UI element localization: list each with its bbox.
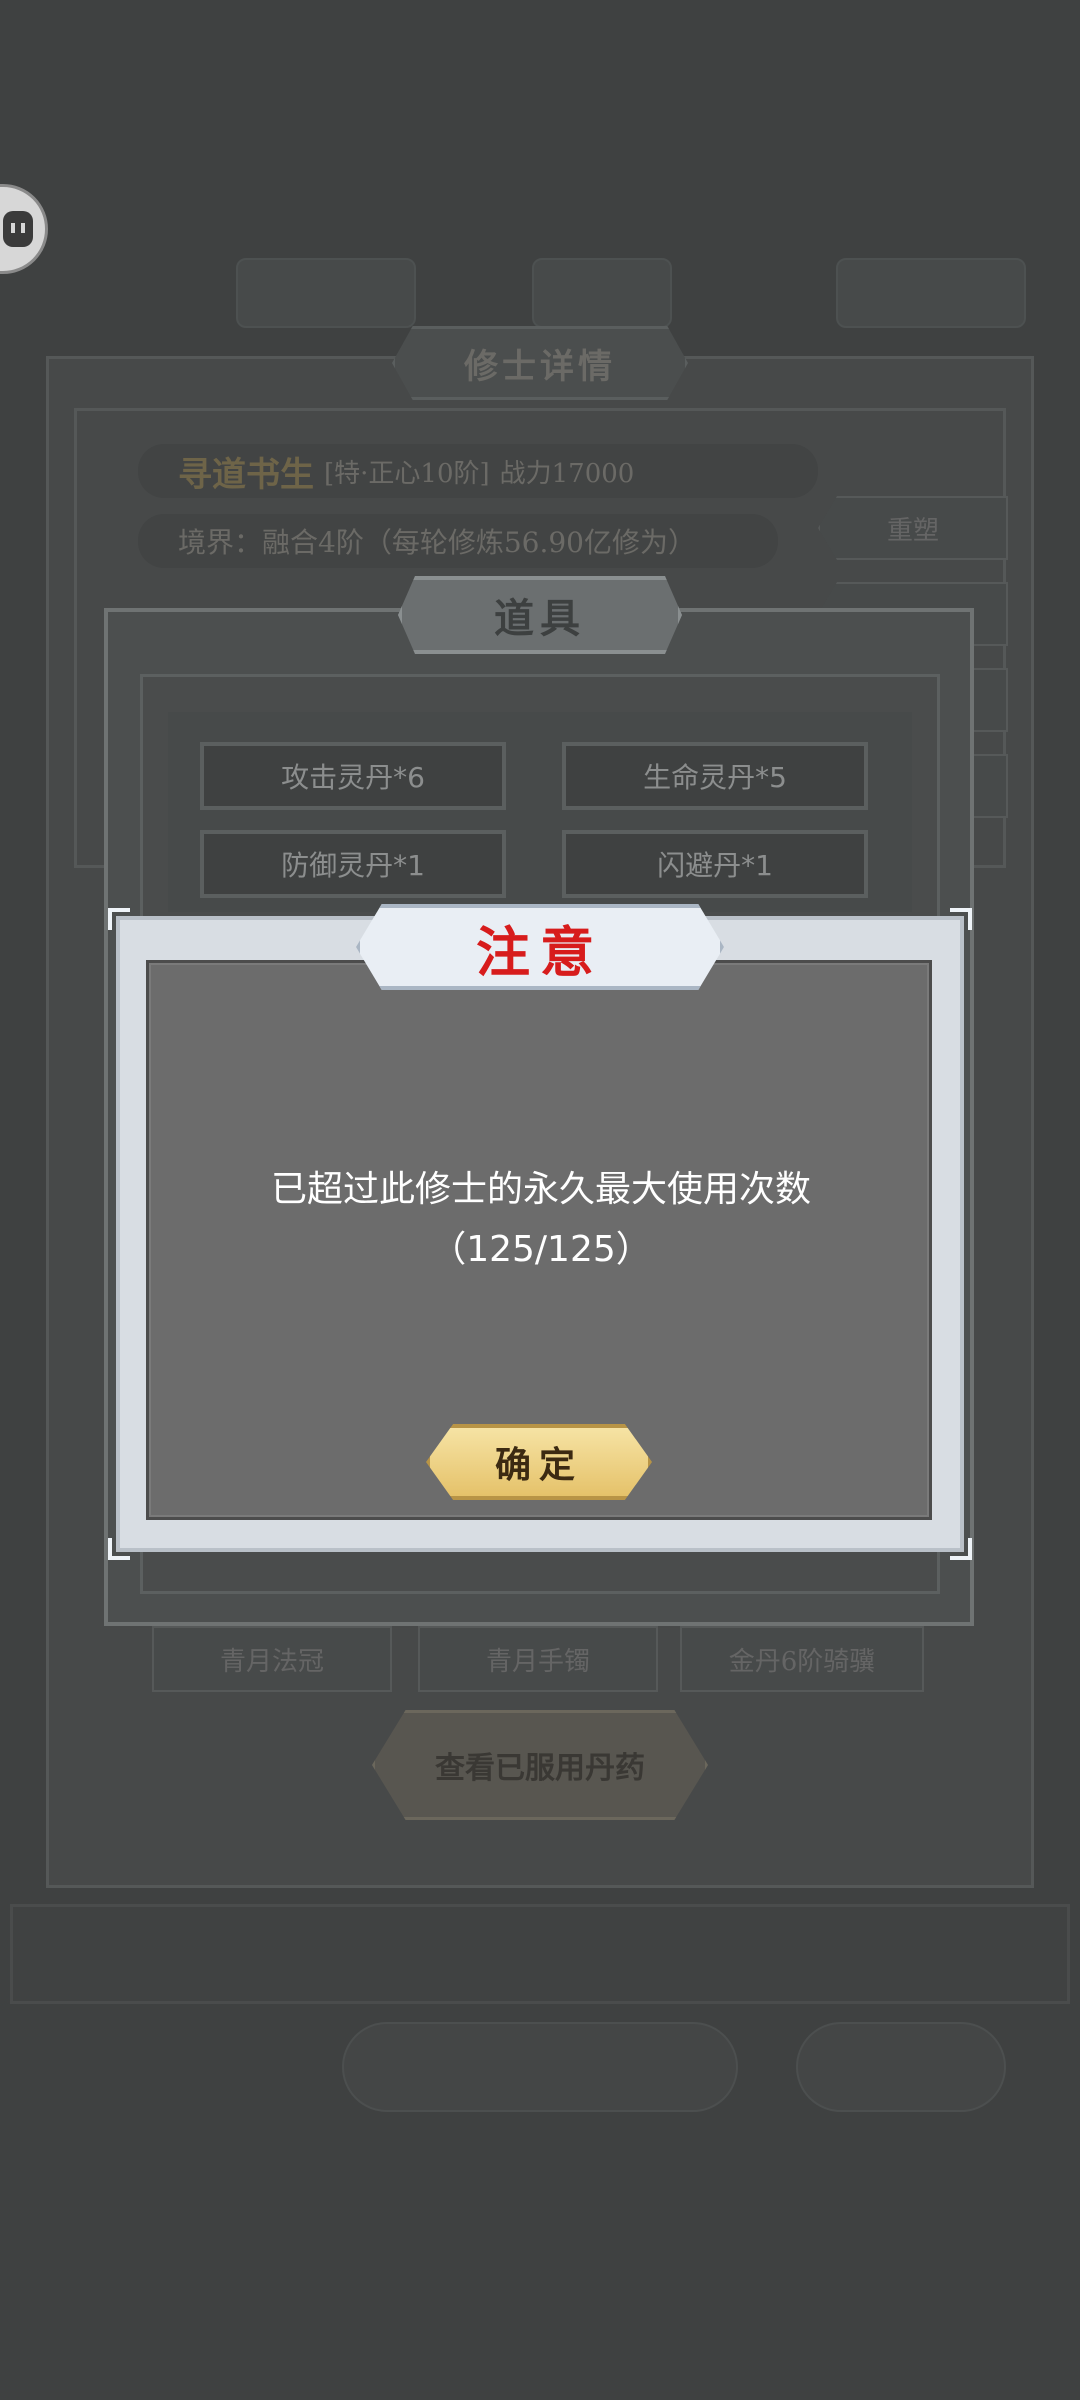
alert-corner-tl (108, 908, 130, 930)
item-dodge-pill-label: 闪避丹*1 (657, 849, 773, 882)
confirm-button[interactable]: 确定 (426, 1424, 652, 1500)
equip-tab-3-label: 金丹6阶骑骥 (728, 1646, 876, 1677)
item-life-pill[interactable]: 生命灵丹*5 (562, 742, 868, 810)
view-pills-label: 查看已服用丹药 (435, 1751, 645, 1786)
confirm-label: 确定 (494, 1444, 583, 1486)
chat-dot-left (11, 223, 15, 233)
top-tab-2[interactable] (532, 258, 672, 328)
item-dodge-pill[interactable]: 闪避丹*1 (562, 830, 868, 898)
items-title: 道具 (494, 595, 586, 642)
item-defense-pill[interactable]: 防御灵丹*1 (200, 830, 506, 898)
item-attack-pill[interactable]: 攻击灵丹*6 (200, 742, 506, 810)
realm-text: 境界：融合4阶（每轮修炼56.90亿修为） (178, 526, 696, 559)
detail-header: 修士详情 (392, 326, 688, 400)
view-pills-button[interactable]: 查看已服用丹药 (372, 1710, 708, 1820)
detail-header-title: 修士详情 (464, 346, 616, 387)
floating-chat-button[interactable] (0, 184, 48, 274)
realm-row: 境界：融合4阶（每轮修炼56.90亿修为） (138, 514, 778, 568)
top-tab-1[interactable] (236, 258, 416, 328)
alert-corner-br (950, 1538, 972, 1560)
alert-corner-tr (950, 908, 972, 930)
alert-title: 注意 (476, 919, 604, 984)
bottom-pill-right[interactable] (796, 2022, 1006, 2112)
lower-band (10, 1904, 1070, 2004)
items-header: 道具 (398, 576, 682, 654)
alert-message: 已超过此修士的永久最大使用次数（125/125） (270, 1169, 811, 1270)
equip-tab-1[interactable]: 青月法冠 (152, 1626, 392, 1692)
item-life-pill-label: 生命灵丹*5 (643, 761, 787, 794)
chat-dot-right (21, 223, 25, 233)
bottom-pill-left[interactable] (342, 2022, 738, 2112)
cultivator-name-row: 寻道书生 [特·正心10阶] 战力17000 (138, 444, 818, 498)
top-tab-3[interactable] (836, 258, 1026, 328)
cultivator-name: 寻道书生 (178, 454, 314, 495)
chat-bubble-icon (3, 211, 33, 247)
equip-tab-2-label: 青月手镯 (485, 1646, 590, 1677)
equip-tab-2[interactable]: 青月手镯 (418, 1626, 658, 1692)
equip-tab-1-label: 青月法冠 (219, 1646, 324, 1677)
item-attack-pill-label: 攻击灵丹*6 (281, 761, 425, 794)
power-label: 战力17000 (499, 458, 635, 489)
reshape-label: 重塑 (886, 515, 939, 546)
alert-header: 注意 (356, 904, 724, 990)
equip-tab-3[interactable]: 金丹6阶骑骥 (680, 1626, 924, 1692)
alert-corner-bl (108, 1538, 130, 1560)
item-defense-pill-label: 防御灵丹*1 (281, 849, 425, 882)
reshape-button[interactable]: 重塑 (818, 496, 1008, 560)
cultivator-tag: [特·正心10阶] (324, 458, 490, 489)
